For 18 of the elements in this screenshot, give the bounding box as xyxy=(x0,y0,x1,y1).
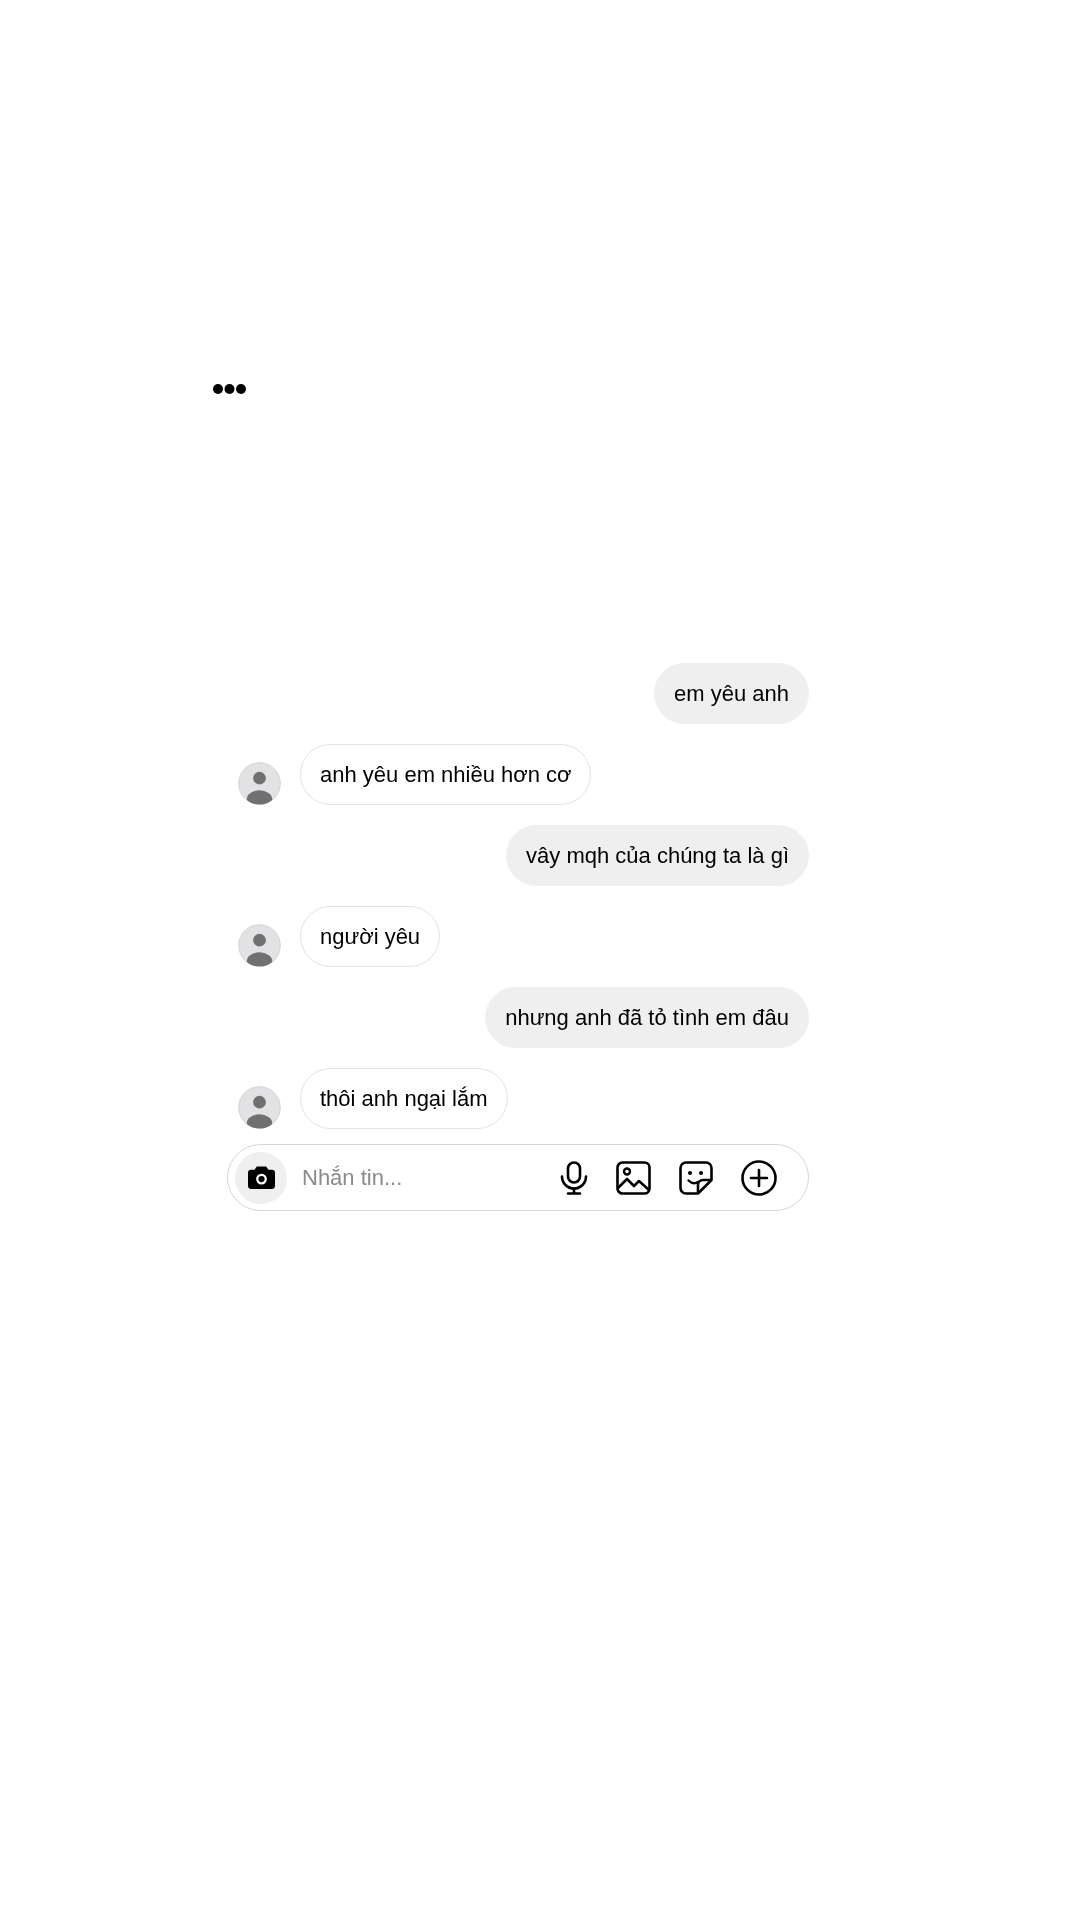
image-icon[interactable] xyxy=(616,1160,651,1195)
sent-message-bubble: vây mqh của chúng ta là gì xyxy=(506,825,809,886)
message-composer[interactable]: Nhắn tin... xyxy=(227,1144,809,1211)
avatar-icon[interactable] xyxy=(238,762,281,805)
add-icon[interactable] xyxy=(741,1159,777,1196)
sent-message-bubble: nhưng anh đã tỏ tình em đâu xyxy=(485,987,809,1048)
received-message-bubble: anh yêu em nhiều hơn cơ xyxy=(300,744,592,805)
sticker-icon[interactable] xyxy=(679,1160,713,1195)
camera-button[interactable] xyxy=(235,1151,287,1204)
received-message-bubble: người yêu xyxy=(300,906,441,967)
message-input[interactable]: Nhắn tin... xyxy=(302,1157,560,1198)
sent-message-bubble: em yêu anh xyxy=(654,663,809,724)
received-message-bubble: thôi anh ngại lắm xyxy=(300,1068,508,1129)
avatar-icon[interactable] xyxy=(238,924,281,967)
microphone-icon[interactable] xyxy=(560,1160,588,1195)
avatar-icon[interactable] xyxy=(238,1086,281,1129)
camera-icon xyxy=(247,1166,275,1189)
more-icon[interactable] xyxy=(213,384,246,394)
